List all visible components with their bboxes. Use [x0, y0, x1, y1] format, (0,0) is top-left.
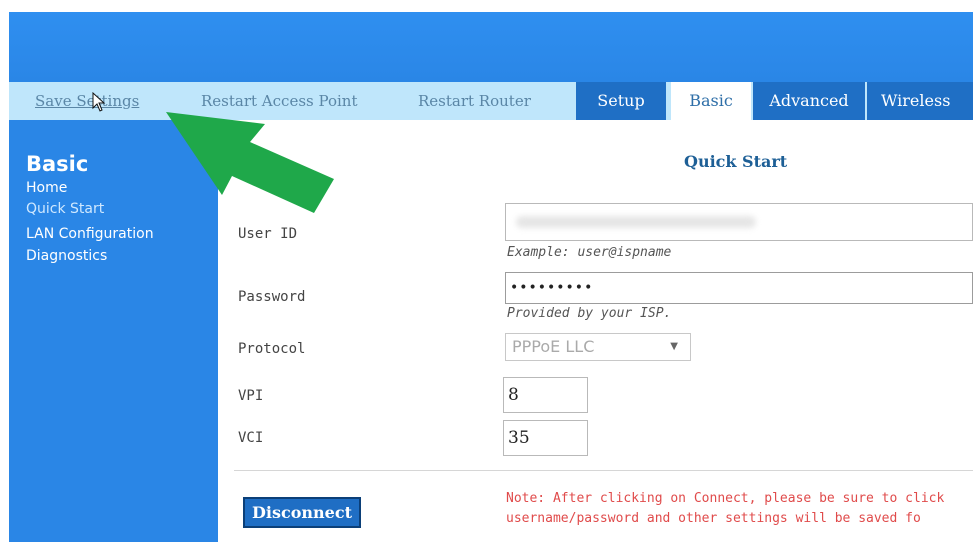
password-label: Password [238, 289, 306, 305]
note-text: Note: After clicking on Connect, please … [506, 489, 944, 529]
vci-input[interactable]: 35 [503, 420, 588, 456]
disconnect-button[interactable]: Disconnect [243, 497, 361, 528]
vci-label: VCI [238, 430, 264, 446]
restart-access-point-link[interactable]: Restart Access Point [201, 92, 357, 110]
password-input[interactable]: ••••••••• [505, 272, 973, 304]
main-content [218, 120, 973, 542]
user-id-input[interactable] [505, 203, 973, 241]
protocol-select[interactable]: PPPoE LLC ▼ [505, 333, 691, 361]
page-title: Quick Start [684, 152, 788, 171]
divider [234, 470, 973, 471]
vpi-label: VPI [238, 388, 264, 404]
sidebar-item-diagnostics[interactable]: Diagnostics [26, 248, 107, 264]
sidebar-item-quick-start[interactable]: Quick Start [26, 201, 104, 217]
password-hint: Provided by your ISP. [507, 306, 672, 321]
protocol-label: Protocol [238, 341, 306, 357]
restart-router-link[interactable]: Restart Router [418, 92, 531, 110]
save-settings-link[interactable]: Save Settings [35, 92, 139, 110]
user-id-label: User ID [238, 226, 298, 242]
left-border [0, 0, 9, 542]
tab-setup[interactable]: Setup [576, 82, 666, 120]
tab-advanced[interactable]: Advanced [753, 82, 865, 120]
protocol-value: PPPoE LLC [512, 337, 595, 356]
top-banner [9, 12, 973, 82]
chevron-down-icon: ▼ [670, 341, 678, 352]
mouse-cursor-icon [92, 92, 106, 112]
note-line-1: Note: After clicking on Connect, please … [506, 491, 945, 506]
tab-basic[interactable]: Basic [671, 82, 751, 120]
note-line-2: username/password and other settings wil… [506, 511, 921, 526]
sidebar-item-home[interactable]: Home [26, 180, 67, 196]
blurred-user-id [516, 216, 756, 228]
sidebar-item-lan-configuration[interactable]: LAN Configuration [26, 226, 154, 242]
sidebar-title: Basic [26, 152, 89, 176]
user-id-hint: Example: user@ispname [507, 245, 672, 260]
tab-wireless[interactable]: Wireless [867, 82, 973, 120]
vpi-input[interactable]: 8 [503, 377, 588, 413]
